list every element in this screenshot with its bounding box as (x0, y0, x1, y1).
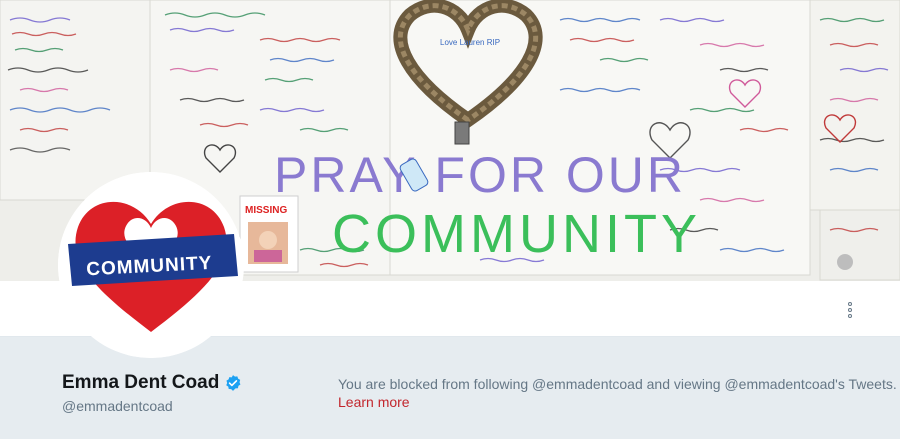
dot-icon (848, 302, 852, 306)
banner-headline-line1: PRAY FOR OUR (274, 147, 686, 203)
banner-headline-line2: COMMUNITY (332, 204, 701, 264)
profile-avatar[interactable]: COMMUNITY (58, 172, 244, 358)
blocked-notice-message: You are blocked from following @emmadent… (338, 376, 897, 392)
dot-icon (848, 308, 852, 312)
more-options-button[interactable] (840, 301, 860, 321)
profile-handle[interactable]: @emmadentcoad (62, 398, 173, 414)
svg-text:MISSING: MISSING (245, 205, 287, 216)
missing-poster: MISSING (239, 195, 299, 273)
profile-display-name[interactable]: Emma Dent Coad (62, 372, 242, 394)
display-name-text: Emma Dent Coad (62, 372, 220, 393)
dot-icon (848, 314, 852, 318)
verified-badge-icon (226, 375, 241, 391)
learn-more-link[interactable]: Learn more (338, 394, 410, 410)
svg-text:Love Lauren RIP: Love Lauren RIP (440, 38, 500, 47)
